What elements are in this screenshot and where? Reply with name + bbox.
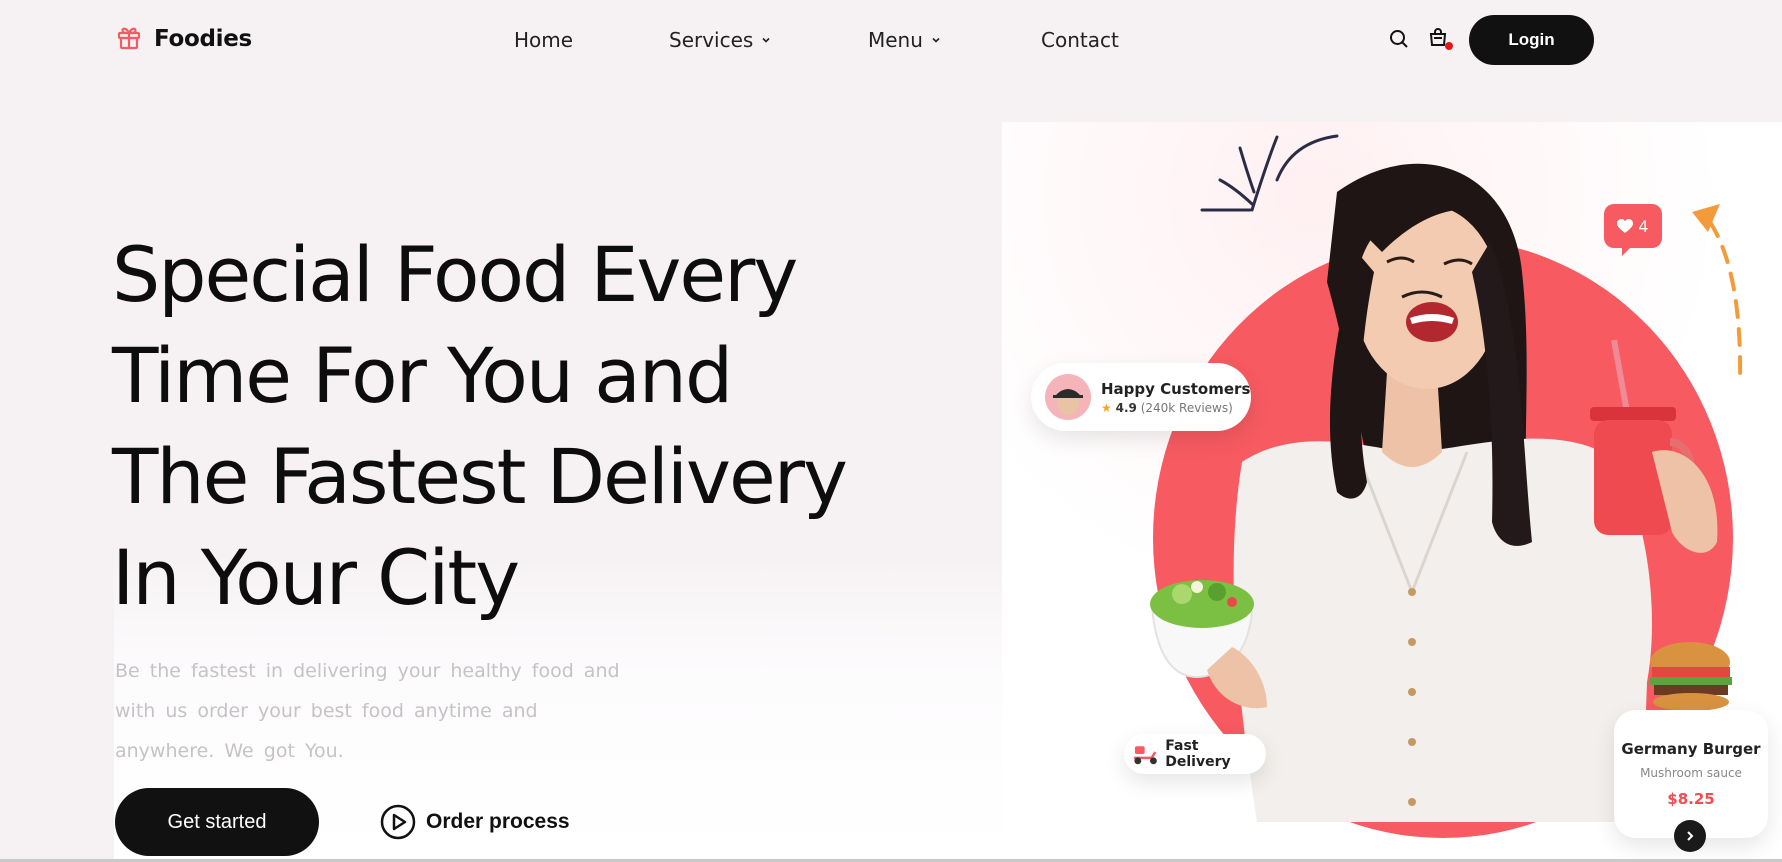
search-icon[interactable] — [1387, 27, 1411, 51]
play-circle-icon — [380, 804, 416, 840]
subtext-line: Be the fastest in delivering your health… — [115, 660, 620, 682]
avatar — [1045, 374, 1091, 420]
nav-home[interactable]: Home — [514, 28, 573, 52]
likes-badge: 4 — [1604, 204, 1662, 256]
product-card[interactable]: Germany Burger Mushroom sauce $8.25 — [1614, 710, 1768, 838]
chevron-down-icon — [932, 37, 940, 43]
fast-delivery-card: Fast Delivery — [1124, 734, 1266, 774]
gift-icon — [116, 24, 142, 54]
subtext-line: with us order your best food anytime and — [115, 700, 538, 722]
nav-services[interactable]: Services — [669, 28, 771, 52]
product-price: $8.25 — [1667, 790, 1715, 808]
nav-menu-label: Menu — [868, 28, 923, 52]
star-icon: ★ — [1101, 400, 1112, 415]
happy-customers-text: Happy Customers ★ 4.9 (240k Reviews) — [1101, 380, 1250, 415]
headline-line: Special Food Every — [112, 230, 798, 319]
nav-menu[interactable]: Menu — [868, 28, 941, 52]
hero-headline: Special Food Every Time For You and The … — [112, 224, 912, 628]
headline-line: In Your City — [112, 533, 520, 622]
chevron-down-icon — [762, 37, 770, 43]
product-description: Mushroom sauce — [1640, 766, 1742, 780]
headline-line: Time For You and — [112, 331, 733, 420]
chevron-right-icon — [1687, 831, 1694, 841]
top-navbar: Foodies Home Services Menu Contact Login — [0, 0, 1782, 82]
order-process-label: Order process — [426, 810, 570, 833]
happy-customers-title: Happy Customers — [1101, 379, 1251, 398]
brand-name: Foodies — [154, 26, 252, 52]
get-started-button[interactable]: Get started — [115, 788, 319, 856]
fast-delivery-label: Fast Delivery — [1165, 738, 1231, 770]
product-name: Germany Burger — [1621, 740, 1761, 758]
order-process-link[interactable]: Order process — [380, 804, 570, 840]
reviews-count: (240k Reviews) — [1140, 400, 1233, 415]
cart-icon[interactable] — [1427, 27, 1453, 51]
scooter-icon — [1133, 746, 1157, 765]
headline-line: The Fastest Delivery — [112, 432, 848, 521]
nav-services-label: Services — [669, 28, 754, 52]
happy-customers-rating-row: ★ 4.9 (240k Reviews) — [1101, 401, 1250, 415]
cart-notification-dot — [1445, 42, 1453, 50]
heart-icon — [1617, 218, 1634, 233]
nav-contact[interactable]: Contact — [1041, 28, 1119, 52]
rating-value: 4.9 — [1115, 400, 1137, 415]
happy-customers-card: Happy Customers ★ 4.9 (240k Reviews) — [1031, 363, 1251, 431]
subtext-line: anywhere. We got You. — [115, 740, 344, 762]
likes-count: 4 — [1638, 216, 1649, 236]
hero-subtext: Be the fastest in delivering your health… — [115, 651, 625, 771]
brand-logo[interactable]: Foodies — [116, 24, 252, 54]
nav-contact-label: Contact — [1041, 28, 1119, 52]
login-button[interactable]: Login — [1469, 15, 1594, 65]
nav-home-label: Home — [514, 28, 574, 52]
product-next-button[interactable] — [1674, 820, 1706, 852]
